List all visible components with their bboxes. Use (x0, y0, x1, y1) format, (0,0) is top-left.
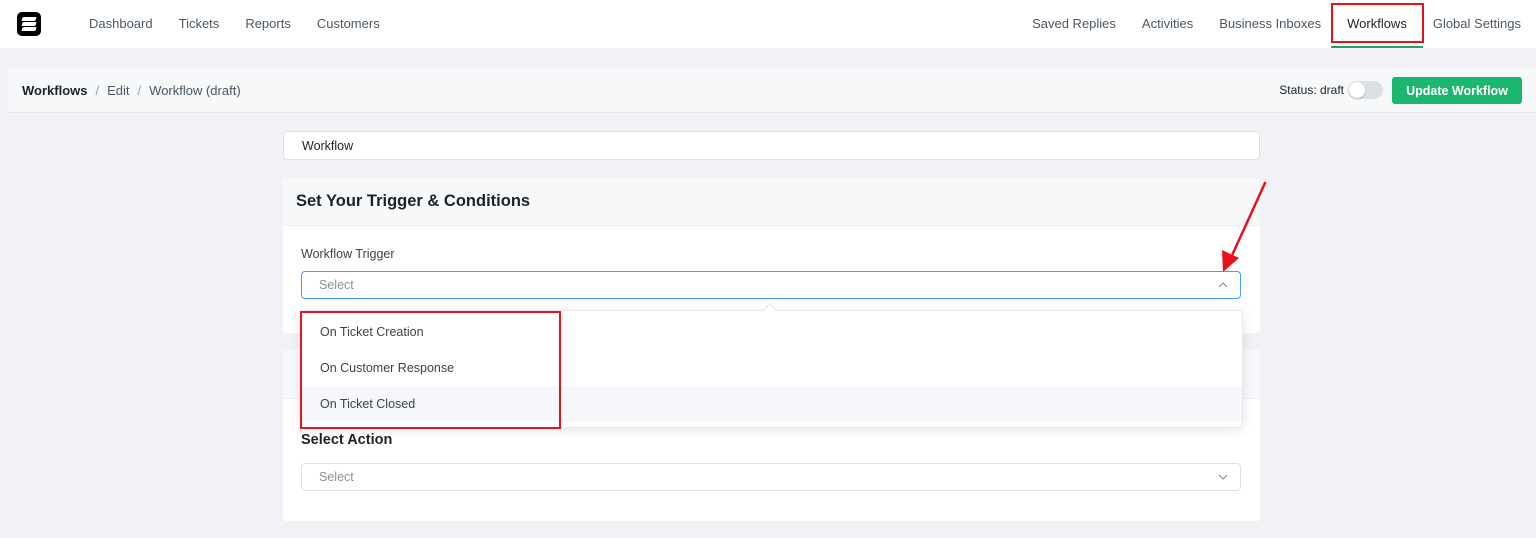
workflow-trigger-select[interactable]: Select (301, 271, 1241, 299)
breadcrumb-workflows[interactable]: Workflows (22, 83, 88, 98)
logo-icon[interactable] (17, 12, 41, 36)
top-navigation: Dashboard Tickets Reports Customers Save… (0, 0, 1536, 48)
status-toggle[interactable] (1348, 81, 1383, 99)
nav-left: Dashboard Tickets Reports Customers (89, 0, 380, 48)
update-workflow-button[interactable]: Update Workflow (1392, 77, 1522, 104)
annotation-highlight-options (300, 311, 561, 429)
nav-tickets[interactable]: Tickets (179, 0, 220, 48)
annotation-highlight-workflows (1331, 3, 1424, 43)
nav-reports[interactable]: Reports (245, 0, 291, 48)
chevron-up-icon (1218, 282, 1228, 288)
breadcrumb-separator: / (137, 82, 142, 98)
workflow-name-input[interactable]: Workflow (283, 131, 1260, 160)
nav-activities[interactable]: Activities (1142, 0, 1193, 48)
breadcrumb-bar: Workflows / Edit / Workflow (draft) Stat… (8, 67, 1536, 113)
breadcrumb-edit: Edit (107, 82, 130, 98)
status-indicator: Status: draft (1279, 67, 1383, 113)
breadcrumb: Workflows / Edit / Workflow (draft) (22, 67, 241, 113)
action-select[interactable]: Select (301, 463, 1241, 491)
select-action-title: Select Action (301, 432, 393, 448)
breadcrumb-separator: / (95, 82, 100, 98)
nav-global-settings[interactable]: Global Settings (1433, 0, 1521, 48)
chevron-down-icon (1218, 474, 1228, 480)
trigger-select-placeholder: Select (319, 278, 354, 292)
breadcrumb-current: Workflow (draft) (149, 82, 241, 98)
annotation-arrow-icon (1222, 181, 1267, 272)
toggle-knob (1349, 82, 1365, 98)
workflow-trigger-label: Workflow Trigger (301, 247, 395, 261)
status-label: Status: draft (1279, 83, 1344, 97)
nav-dashboard[interactable]: Dashboard (89, 0, 153, 48)
trigger-card-title: Set Your Trigger & Conditions (283, 178, 1260, 226)
nav-customers[interactable]: Customers (317, 0, 380, 48)
nav-business-inboxes[interactable]: Business Inboxes (1219, 0, 1321, 48)
nav-saved-replies[interactable]: Saved Replies (1032, 0, 1116, 48)
action-select-placeholder: Select (319, 470, 354, 484)
nav-right: Saved Replies Activities Business Inboxe… (1032, 0, 1521, 48)
